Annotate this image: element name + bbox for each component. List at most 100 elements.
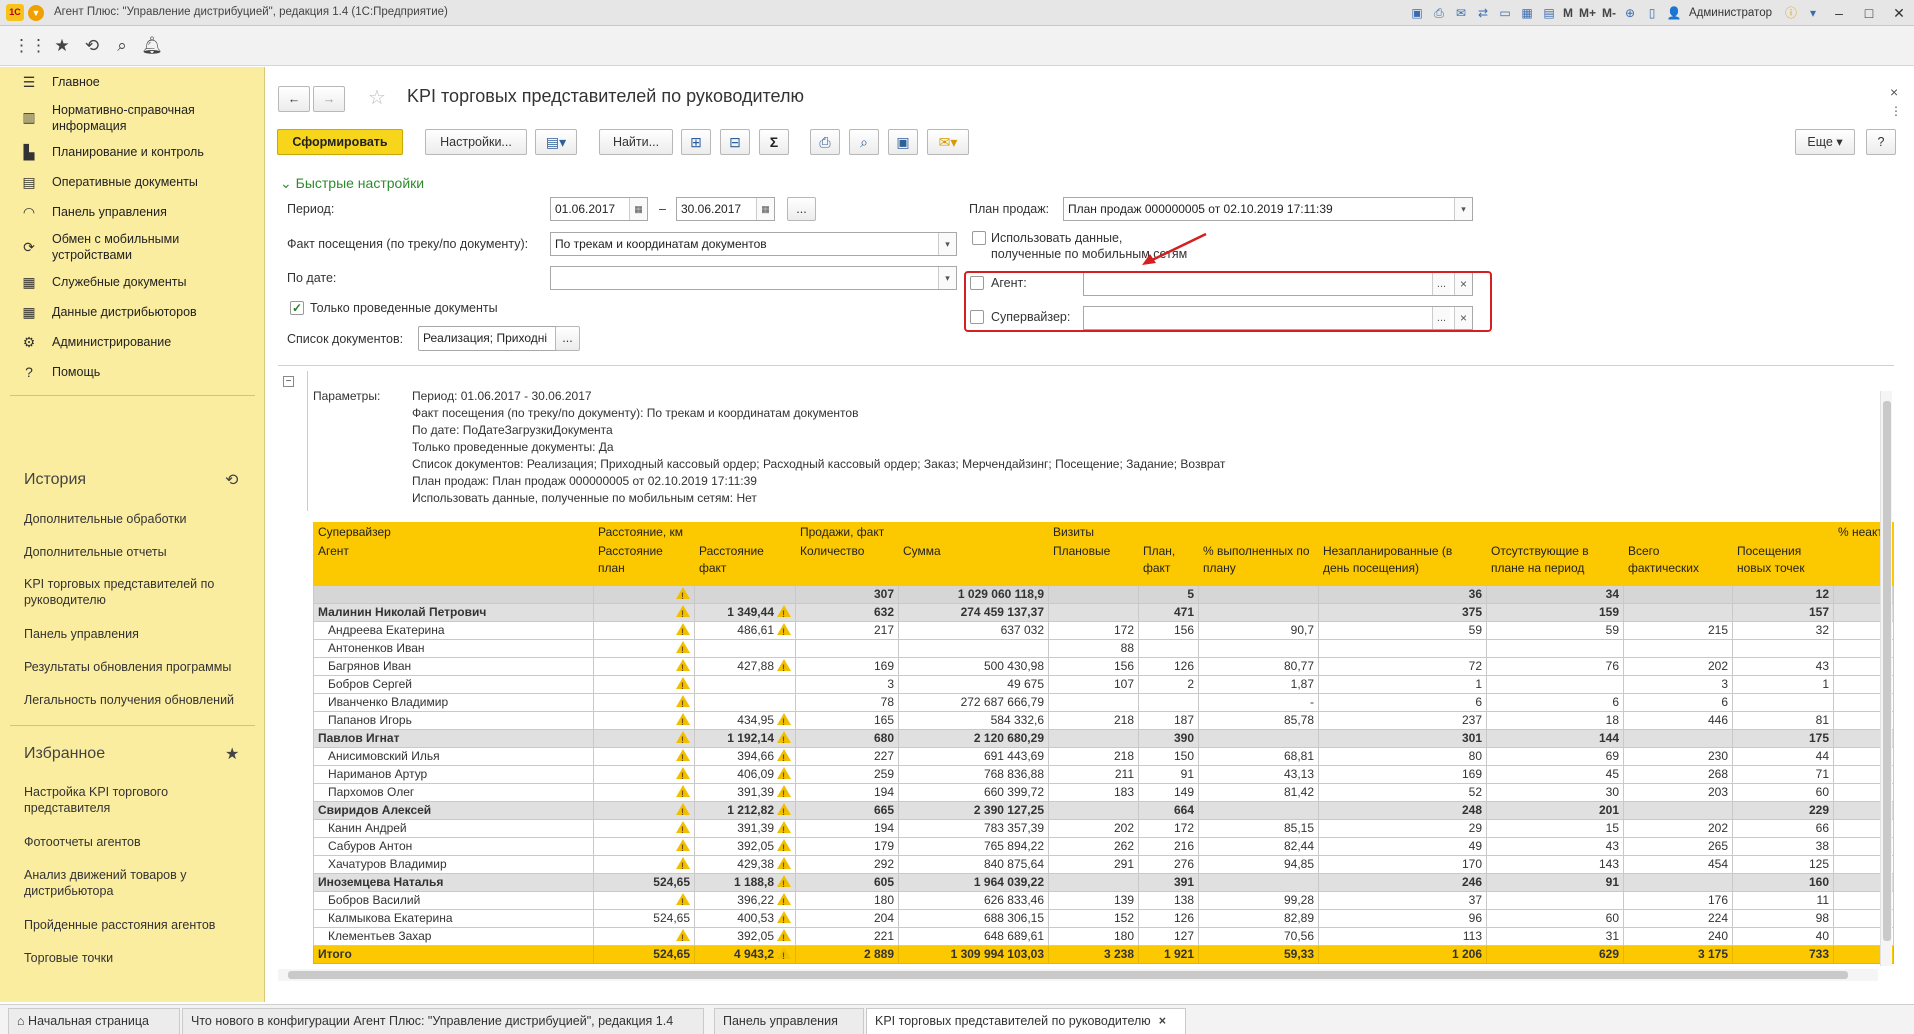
table-cell[interactable]: 276 bbox=[1138, 855, 1199, 874]
table-cell[interactable]: Антоненков Иван bbox=[313, 639, 594, 658]
table-cell[interactable]: 375 bbox=[1318, 603, 1487, 622]
table-cell[interactable]: - bbox=[1198, 693, 1319, 712]
chevron-down-icon[interactable]: ▾ bbox=[938, 267, 956, 289]
table-cell[interactable]: 202 bbox=[1623, 819, 1733, 838]
table-cell[interactable]: 82,44 bbox=[1198, 837, 1319, 856]
table-cell[interactable] bbox=[1486, 891, 1624, 910]
table-cell[interactable] bbox=[1048, 873, 1139, 892]
table-cell[interactable]: 44 bbox=[1732, 747, 1834, 766]
table-cell[interactable]: 143 bbox=[1486, 855, 1624, 874]
table-cell[interactable]: 94,85 bbox=[1198, 855, 1319, 874]
sales-plan-select[interactable]: План продаж 000000005 от 02.10.2019 17:1… bbox=[1063, 197, 1473, 221]
table-cell[interactable]: 60 bbox=[1486, 909, 1624, 928]
history-link[interactable]: Панель управления bbox=[24, 626, 254, 642]
table-cell[interactable]: 175 bbox=[1732, 729, 1834, 748]
table-cell[interactable] bbox=[795, 639, 899, 658]
table-cell[interactable]: 66 bbox=[1732, 819, 1834, 838]
table-cell[interactable]: 59 bbox=[1318, 621, 1487, 640]
table-cell[interactable] bbox=[1198, 639, 1319, 658]
horizontal-scrollbar[interactable] bbox=[278, 969, 1878, 981]
table-cell[interactable]: 71 bbox=[1732, 765, 1834, 784]
table-cell[interactable] bbox=[898, 639, 1049, 658]
history-link[interactable]: KPI торговых представителей по руководит… bbox=[24, 576, 254, 608]
table-cell[interactable] bbox=[1623, 873, 1733, 892]
close-form-icon[interactable]: × bbox=[1890, 84, 1898, 100]
scroll-thumb[interactable] bbox=[1883, 401, 1891, 941]
calendar-icon[interactable]: ▦ bbox=[629, 198, 647, 220]
table-cell[interactable] bbox=[593, 927, 695, 946]
table-cell[interactable] bbox=[1048, 603, 1139, 622]
search-icon[interactable]: ⌕ bbox=[110, 34, 134, 58]
table-cell[interactable]: 36 bbox=[1318, 585, 1487, 604]
close-window-icon[interactable]: ✕ bbox=[1884, 0, 1914, 26]
table-cell[interactable]: 292 bbox=[795, 855, 899, 874]
table-cell[interactable]: 783 357,39 bbox=[898, 819, 1049, 838]
table-cell[interactable]: 70,56 bbox=[1198, 927, 1319, 946]
table-cell[interactable]: Итого bbox=[313, 945, 594, 964]
table-cell[interactable] bbox=[1198, 603, 1319, 622]
table-cell[interactable]: Хачатуров Владимир bbox=[313, 855, 594, 874]
history-clock-icon[interactable]: ⟲ bbox=[225, 470, 238, 490]
total-row[interactable]: Итого 524,65 4 943,2 2 889 1 309 994 103,03 3… bbox=[313, 945, 1894, 964]
favorite-link[interactable]: Пройденные расстояния агентов bbox=[24, 917, 254, 933]
table-cell[interactable]: 486,61 bbox=[694, 621, 796, 640]
table-cell[interactable]: 259 bbox=[795, 765, 899, 784]
form-menu-icon[interactable]: ⋮ bbox=[1890, 104, 1902, 118]
comment-icon[interactable]: ▭ bbox=[1494, 2, 1516, 24]
table-cell[interactable]: 391,39 bbox=[694, 783, 796, 802]
table-cell[interactable]: Андреева Екатерина bbox=[313, 621, 594, 640]
favorites-star-icon[interactable]: ★ bbox=[50, 34, 74, 58]
table-cell[interactable]: 632 bbox=[795, 603, 899, 622]
table-cell[interactable]: Клементьев Захар bbox=[313, 927, 594, 946]
table-cell[interactable]: 268 bbox=[1623, 765, 1733, 784]
table-cell[interactable]: 1 349,44 bbox=[694, 603, 796, 622]
print-icon[interactable]: ⎙ bbox=[1428, 2, 1450, 24]
table-cell[interactable] bbox=[593, 729, 695, 748]
calendar-icon[interactable]: ▦ bbox=[756, 198, 774, 220]
calculator-icon[interactable]: ▤ bbox=[1538, 2, 1560, 24]
by-date-select[interactable]: ▾ bbox=[550, 266, 957, 290]
group-row[interactable]: 307 1 029 060 118,9 5 36 34 12 bbox=[313, 585, 1894, 604]
table-cell[interactable]: 434,95 bbox=[694, 711, 796, 730]
table-cell[interactable] bbox=[1732, 693, 1834, 712]
table-cell[interactable]: 217 bbox=[795, 621, 899, 640]
table-cell[interactable]: 81,42 bbox=[1198, 783, 1319, 802]
table-cell[interactable]: 32 bbox=[1732, 621, 1834, 640]
table-cell[interactable]: 172 bbox=[1048, 621, 1139, 640]
sidebar-item-planning[interactable]: ▙ Планирование и контроль bbox=[0, 137, 264, 167]
table-cell[interactable] bbox=[694, 639, 796, 658]
table-cell[interactable]: 203 bbox=[1623, 783, 1733, 802]
table-cell[interactable]: 138 bbox=[1138, 891, 1199, 910]
table-cell[interactable]: 96 bbox=[1318, 909, 1487, 928]
table-cell[interactable]: 157 bbox=[1732, 603, 1834, 622]
table-cell[interactable]: 49 bbox=[1318, 837, 1487, 856]
table-cell[interactable]: 626 833,46 bbox=[898, 891, 1049, 910]
table-cell[interactable]: 2 120 680,29 bbox=[898, 729, 1049, 748]
table-cell[interactable]: 69 bbox=[1486, 747, 1624, 766]
app-logo-icon[interactable]: 1С bbox=[6, 4, 24, 21]
preview-icon[interactable]: ⌕ bbox=[849, 129, 879, 155]
table-cell[interactable]: Малинин Николай Петрович bbox=[313, 603, 594, 622]
table-cell[interactable]: 1,87 bbox=[1198, 675, 1319, 694]
table-row[interactable]: Андреева Екатерина 486,61 217 637 032 172 156… bbox=[313, 621, 1894, 640]
table-cell[interactable]: 765 894,22 bbox=[898, 837, 1049, 856]
table-cell[interactable]: 179 bbox=[795, 837, 899, 856]
table-cell[interactable] bbox=[1623, 585, 1733, 604]
table-cell[interactable]: 392,05 bbox=[694, 837, 796, 856]
close-tab-icon[interactable]: × bbox=[1159, 1014, 1166, 1028]
table-row[interactable]: Антоненков Иван 88 bbox=[313, 639, 1894, 658]
table-cell[interactable]: 80 bbox=[1318, 747, 1487, 766]
table-cell[interactable] bbox=[593, 819, 695, 838]
table-cell[interactable]: 4 943,2 bbox=[694, 945, 796, 964]
table-cell[interactable]: 18 bbox=[1486, 711, 1624, 730]
table-cell[interactable]: 2 bbox=[1138, 675, 1199, 694]
table-cell[interactable]: 691 443,69 bbox=[898, 747, 1049, 766]
history-link[interactable]: Дополнительные отчеты bbox=[24, 544, 254, 560]
table-cell[interactable]: 240 bbox=[1623, 927, 1733, 946]
panel-icon[interactable]: ▯ bbox=[1641, 2, 1663, 24]
favorite-link[interactable]: Анализ движений товаров у дистрибьютора bbox=[24, 867, 254, 899]
table-cell[interactable]: 262 bbox=[1048, 837, 1139, 856]
table-cell[interactable]: 60 bbox=[1732, 783, 1834, 802]
save-icon[interactable]: ▣ bbox=[1406, 2, 1428, 24]
table-cell[interactable] bbox=[1048, 585, 1139, 604]
